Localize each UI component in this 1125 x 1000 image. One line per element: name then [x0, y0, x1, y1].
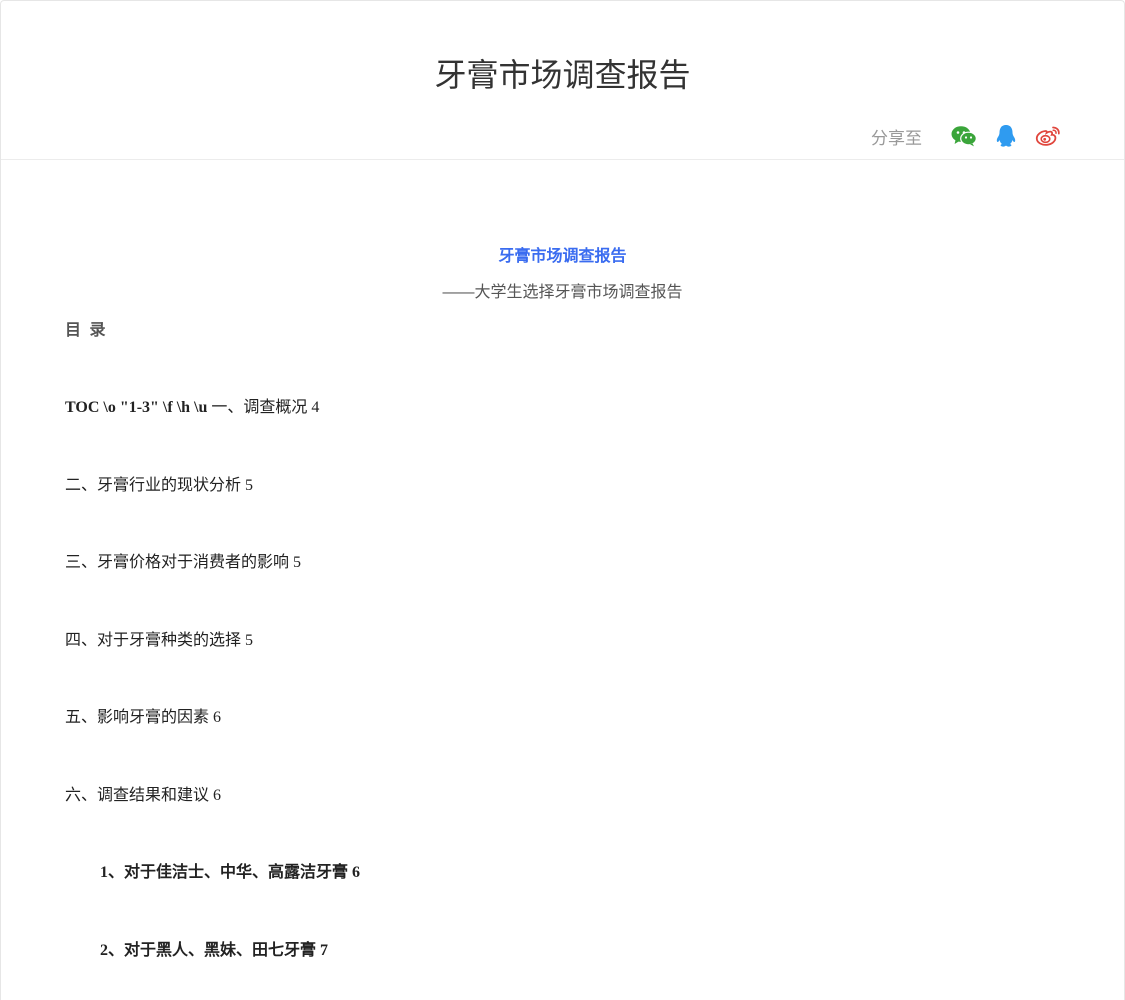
qq-icon-graphic — [996, 125, 1016, 147]
share-bar: 分享至 — [871, 121, 1062, 151]
document-title: 牙膏市场调查报告 — [434, 57, 691, 93]
toc-item-5: 五、影响牙膏的因素 6 — [65, 709, 222, 726]
document-header: 牙膏市场调查报告 分享至 — [1, 1, 1124, 160]
toc-subitem-1: 1、对于佳洁士、中华、高露洁牙膏 6 — [100, 864, 361, 881]
share-label: 分享至 — [871, 128, 922, 148]
content-title: 牙膏市场调查报告 — [498, 248, 627, 265]
wechat-icon[interactable] — [950, 122, 978, 150]
weibo-icon[interactable] — [1034, 122, 1062, 150]
toc-item-3: 三、牙膏价格对于消费者的影响 5 — [65, 554, 302, 571]
toc-heading: 目 录 — [65, 322, 108, 339]
toc-item-2: 二、牙膏行业的现状分析 5 — [65, 477, 254, 494]
weibo-icon-graphic — [1035, 126, 1060, 146]
wechat-icon-graphic — [951, 126, 977, 147]
toc-item-1: TOC \o "1-3" \f \h \u 一、调查概况 4 — [65, 397, 319, 419]
toc-item-label: 一、调查概况 4 — [211, 399, 320, 416]
toc-field-code: TOC \o "1-3" \f \h \u — [65, 399, 212, 416]
qq-icon[interactable] — [992, 122, 1020, 150]
toc-subitem-2: 2、对于黑人、黑妹、田七牙膏 7 — [100, 942, 329, 959]
content-subtitle: ——大学生选择牙膏市场调查报告 — [442, 284, 683, 301]
document-page: 牙膏市场调查报告 分享至 牙膏市场调查报告 ——大学生选择牙膏市场调查报告 目 … — [0, 0, 1125, 1000]
toc-item-4: 四、对于牙膏种类的选择 5 — [65, 632, 254, 649]
toc-item-6: 六、调查结果和建议 6 — [65, 787, 222, 804]
